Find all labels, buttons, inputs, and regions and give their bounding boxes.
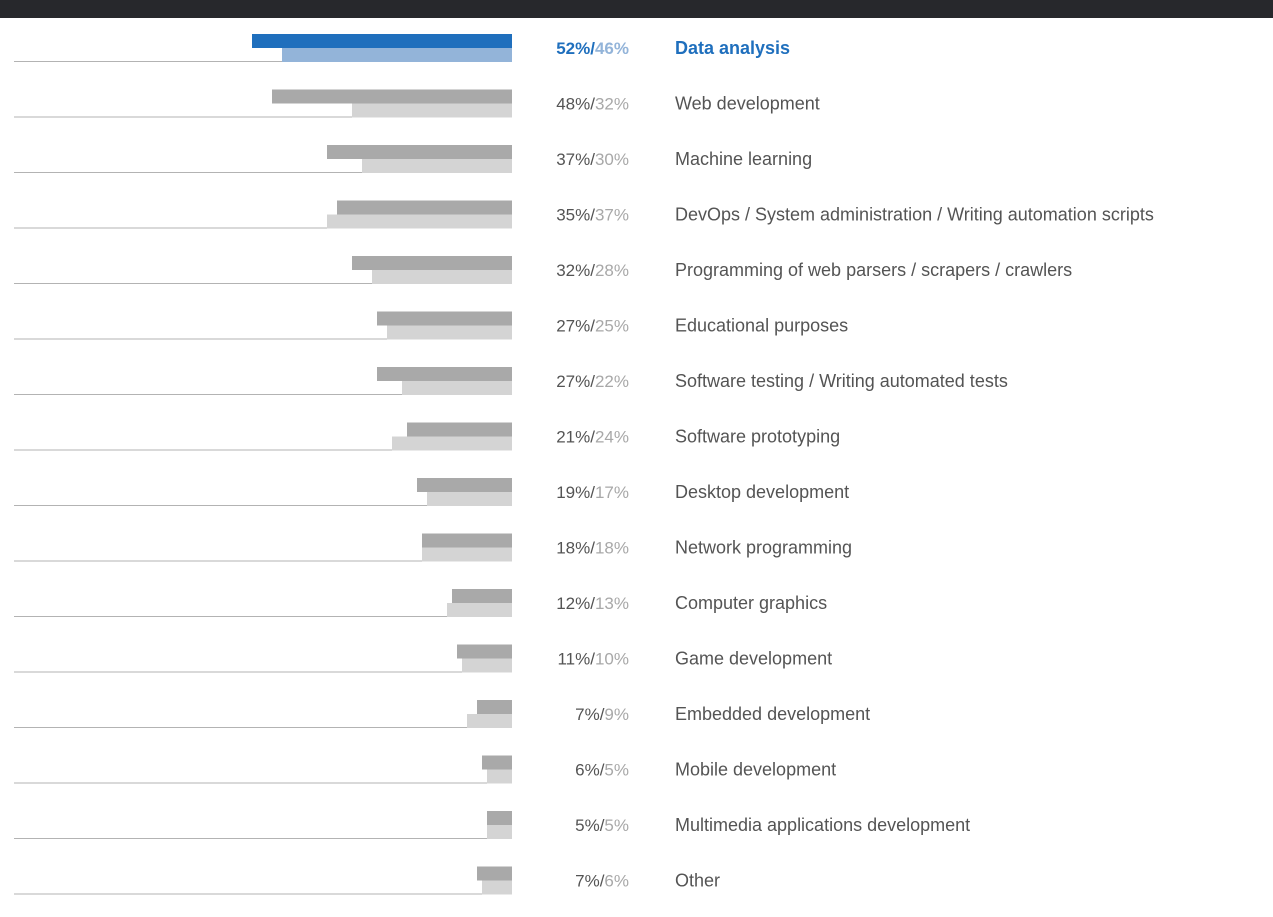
value-series1-14: 5%/ bbox=[575, 816, 605, 835]
category-label-11: Game development bbox=[675, 649, 832, 669]
value-series2-9: 18% bbox=[595, 539, 629, 558]
bar-series1-13 bbox=[482, 755, 512, 770]
value-series1-10: 12%/ bbox=[556, 594, 595, 613]
category-label-0: Data analysis bbox=[675, 38, 790, 58]
value-label-11: 11%/10% bbox=[557, 650, 629, 669]
category-label-10: Computer graphics bbox=[675, 593, 827, 613]
value-series2-12: 9% bbox=[604, 705, 629, 724]
value-series1-4: 32%/ bbox=[556, 261, 595, 280]
value-series2-7: 24% bbox=[595, 428, 629, 447]
category-label-9: Network programming bbox=[675, 538, 852, 558]
bar-series1-12 bbox=[477, 700, 512, 714]
value-label-3: 35%/37% bbox=[556, 206, 629, 225]
value-series2-15: 6% bbox=[604, 872, 629, 891]
value-series1-1: 48%/ bbox=[556, 95, 595, 114]
value-label-8: 19%/17% bbox=[556, 483, 629, 502]
category-label-3: DevOps / System administration / Writing… bbox=[675, 205, 1154, 225]
value-series2-11: 10% bbox=[595, 650, 629, 669]
value-series1-15: 7%/ bbox=[575, 872, 605, 891]
bar-series2-0 bbox=[282, 48, 512, 62]
value-series1-0: 52%/ bbox=[556, 39, 595, 58]
value-series2-2: 30% bbox=[595, 150, 629, 169]
category-label-14: Multimedia applications development bbox=[675, 815, 970, 835]
value-series2-0: 46% bbox=[595, 39, 629, 58]
bar-series2-3 bbox=[327, 214, 512, 229]
bar-series2-10 bbox=[447, 603, 512, 617]
bar-series2-1 bbox=[352, 103, 512, 118]
bar-series2-15 bbox=[482, 880, 512, 895]
value-series2-10: 13% bbox=[595, 594, 629, 613]
category-label-8: Desktop development bbox=[675, 482, 849, 502]
value-label-13: 6%/5% bbox=[575, 761, 629, 780]
value-series2-5: 25% bbox=[595, 317, 629, 336]
value-label-14: 5%/5% bbox=[575, 816, 629, 835]
category-label-4: Programming of web parsers / scrapers / … bbox=[675, 260, 1072, 280]
bar-series2-5 bbox=[387, 325, 512, 340]
bar-series2-2 bbox=[362, 159, 512, 173]
value-series2-14: 5% bbox=[604, 816, 629, 835]
value-label-6: 27%/22% bbox=[556, 372, 629, 391]
value-series2-1: 32% bbox=[595, 95, 629, 114]
value-label-15: 7%/6% bbox=[575, 872, 629, 891]
bar-series1-4 bbox=[352, 256, 512, 270]
bar-series1-9 bbox=[422, 533, 512, 548]
category-label-12: Embedded development bbox=[675, 704, 870, 724]
value-series2-4: 28% bbox=[595, 261, 629, 280]
bar-series2-7 bbox=[392, 436, 512, 451]
category-label-2: Machine learning bbox=[675, 149, 812, 169]
bar-series1-6 bbox=[377, 367, 512, 381]
bar-chart: 52%/46% Data analysis 48%/32% Web developme… bbox=[14, 34, 1154, 895]
value-label-5: 27%/25% bbox=[556, 317, 629, 336]
bar-series2-6 bbox=[402, 381, 512, 395]
value-series1-9: 18%/ bbox=[556, 539, 595, 558]
value-series2-13: 5% bbox=[604, 761, 629, 780]
value-label-0: 52%/46% bbox=[556, 39, 629, 58]
bar-series1-14 bbox=[487, 811, 512, 825]
value-series1-5: 27%/ bbox=[556, 317, 595, 336]
value-series1-11: 11%/ bbox=[557, 650, 595, 669]
value-series2-8: 17% bbox=[595, 483, 629, 502]
bar-series2-14 bbox=[487, 825, 512, 839]
category-label-15: Other bbox=[675, 871, 720, 891]
value-label-4: 32%/28% bbox=[556, 261, 629, 280]
value-label-2: 37%/30% bbox=[556, 150, 629, 169]
bar-series1-15 bbox=[477, 866, 512, 881]
bar-series1-2 bbox=[327, 145, 512, 159]
value-label-9: 18%/18% bbox=[556, 539, 629, 558]
value-series1-6: 27%/ bbox=[556, 372, 595, 391]
bar-series1-1 bbox=[272, 89, 512, 104]
category-label-7: Software prototyping bbox=[675, 427, 840, 447]
value-series1-7: 21%/ bbox=[556, 428, 595, 447]
bar-series2-8 bbox=[427, 492, 512, 506]
category-label-1: Web development bbox=[675, 94, 820, 114]
value-label-1: 48%/32% bbox=[556, 95, 629, 114]
bar-series2-13 bbox=[487, 769, 512, 784]
category-label-13: Mobile development bbox=[675, 760, 836, 780]
bar-series2-4 bbox=[372, 270, 512, 284]
bar-series1-8 bbox=[417, 478, 512, 492]
bar-series1-7 bbox=[407, 422, 512, 437]
value-label-12: 7%/9% bbox=[575, 705, 629, 724]
bar-series2-9 bbox=[422, 547, 512, 562]
value-series1-2: 37%/ bbox=[556, 150, 595, 169]
value-label-10: 12%/13% bbox=[556, 594, 629, 613]
bar-series1-0 bbox=[252, 34, 512, 48]
bar-series1-3 bbox=[337, 200, 512, 215]
value-series1-12: 7%/ bbox=[575, 705, 605, 724]
value-series2-6: 22% bbox=[595, 372, 629, 391]
value-label-7: 21%/24% bbox=[556, 428, 629, 447]
bar-series1-10 bbox=[452, 589, 512, 603]
bar-series2-12 bbox=[467, 714, 512, 728]
value-series1-13: 6%/ bbox=[575, 761, 605, 780]
bar-series2-11 bbox=[462, 658, 512, 673]
value-series1-8: 19%/ bbox=[556, 483, 595, 502]
bar-series1-11 bbox=[457, 644, 512, 659]
bar-series1-5 bbox=[377, 311, 512, 326]
category-label-6: Software testing / Writing automated tes… bbox=[675, 371, 1008, 391]
value-series2-3: 37% bbox=[595, 206, 629, 225]
category-label-5: Educational purposes bbox=[675, 316, 848, 336]
value-series1-3: 35%/ bbox=[556, 206, 595, 225]
